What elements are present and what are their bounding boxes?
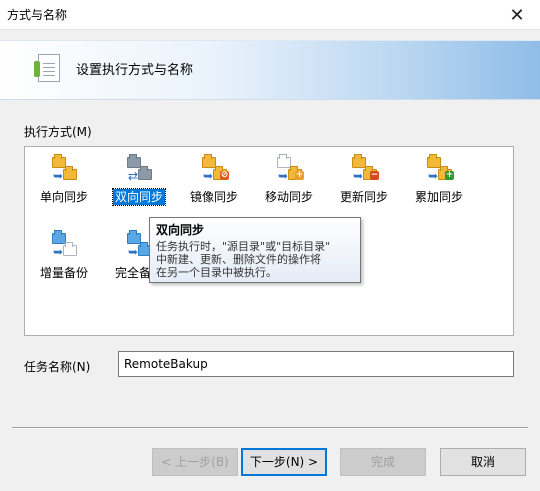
- tooltip-line: 在另一个目录中被执行。: [156, 266, 277, 279]
- cancel-button[interactable]: 取消: [440, 448, 526, 476]
- mode-one-way-sync[interactable]: ➥ 单向同步: [29, 151, 99, 213]
- mode-label: 镜像同步: [189, 190, 238, 204]
- mode-two-way-sync[interactable]: ⇄ 双向同步: [104, 151, 174, 213]
- divider: [12, 427, 528, 429]
- mode-label: 双向同步: [111, 188, 167, 206]
- mode-cumulative-sync[interactable]: ➥ + 累加同步: [404, 151, 474, 213]
- one-way-sync-icon: ➥: [50, 153, 78, 182]
- tooltip-line: 任务执行时，"源目录"或"目标目录": [156, 240, 331, 253]
- mode-incremental-backup[interactable]: ➥ 增量备份: [29, 227, 99, 289]
- header-banner: 设置执行方式与名称: [0, 40, 540, 100]
- banner-heading: 设置执行方式与名称: [76, 63, 194, 78]
- finish-button[interactable]: 完成: [340, 448, 426, 476]
- task-name-label: 任务名称(N): [24, 360, 91, 374]
- mode-label: 移动同步: [264, 190, 313, 204]
- mode-move-sync[interactable]: ➥ + 移动同步: [254, 151, 324, 213]
- incremental-backup-icon: ➥: [50, 229, 78, 258]
- tooltip-body: 任务执行时，"源目录"或"目标目录" 中新建、更新、删除文件的操作将 在另一个目…: [156, 240, 354, 279]
- two-way-sync-icon: ⇄: [125, 153, 153, 182]
- window-title: 方式与名称: [7, 8, 68, 22]
- mode-label: 累加同步: [414, 190, 463, 204]
- tooltip-line: 中新建、更新、删除文件的操作将: [156, 253, 321, 266]
- mode-tooltip: 双向同步 任务执行时，"源目录"或"目标目录" 中新建、更新、删除文件的操作将 …: [149, 217, 361, 283]
- update-sync-icon: ➥ −: [350, 153, 379, 182]
- mirror-sync-icon: ➥ ⊘: [200, 153, 229, 182]
- move-sync-icon: ➥ +: [275, 153, 304, 182]
- cumulative-sync-icon: ➥ +: [425, 153, 454, 182]
- mode-label: 更新同步: [339, 190, 388, 204]
- back-button[interactable]: < 上一步(B): [152, 448, 238, 476]
- close-icon[interactable]: ✕: [494, 0, 540, 30]
- mode-group-label: 执行方式(M): [24, 125, 92, 139]
- next-button[interactable]: 下一步(N) >: [241, 448, 327, 476]
- mode-update-sync[interactable]: ➥ − 更新同步: [329, 151, 399, 213]
- title-bar: 方式与名称 ✕: [0, 0, 540, 30]
- tooltip-title: 双向同步: [156, 223, 205, 237]
- mode-mirror-sync[interactable]: ➥ ⊘ 镜像同步: [179, 151, 249, 213]
- task-name-input[interactable]: [118, 351, 514, 377]
- document-icon: [34, 54, 60, 82]
- mode-label: 增量备份: [39, 266, 88, 280]
- mode-label: 单向同步: [39, 190, 88, 204]
